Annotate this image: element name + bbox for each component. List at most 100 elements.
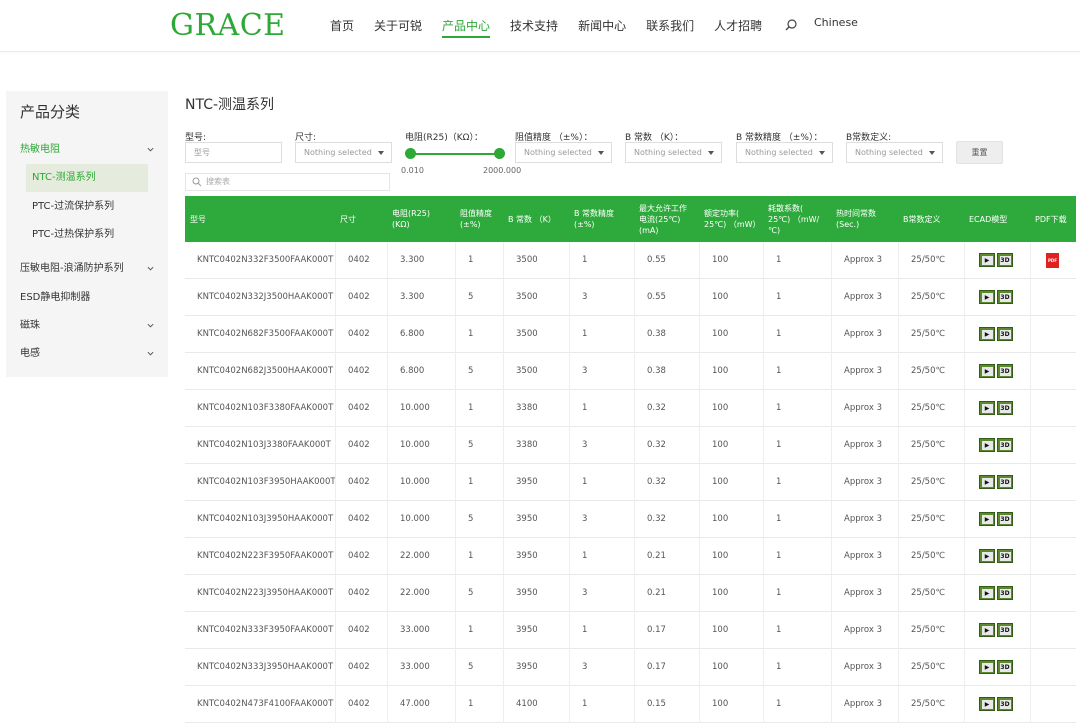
table-cell-col-8: 1 [763, 649, 831, 686]
sidebar-item-1[interactable]: NTC-测温系列 [26, 164, 148, 192]
caret-down-icon [819, 151, 825, 155]
column-header-1[interactable]: 尺寸 [335, 196, 387, 242]
column-header-12[interactable]: PDF下载 [1030, 196, 1076, 242]
b-definition-select[interactable]: Nothing selected [846, 142, 943, 163]
ecad-model-links: ▶ 3D [979, 512, 1013, 526]
ecad-3d-model-icon[interactable]: 3D [997, 549, 1013, 563]
size-select[interactable]: Nothing selected [295, 142, 392, 163]
ecad-3d-model-icon[interactable]: 3D [997, 586, 1013, 600]
play-icon: ▶ [981, 588, 993, 598]
pdf-download-icon[interactable]: PDF [1046, 253, 1059, 268]
ecad-3d-model-icon[interactable]: 3D [997, 327, 1013, 341]
ecad-footprint-icon[interactable]: ▶ [979, 549, 995, 563]
sidebar-item-7[interactable]: 电感 [6, 340, 168, 368]
ecad-footprint-icon[interactable]: ▶ [979, 290, 995, 304]
sidebar-item-4[interactable]: 压敏电阻-浪涌防护系列 [6, 255, 168, 283]
ecad-footprint-icon[interactable]: ▶ [979, 253, 995, 267]
sidebar-item-2[interactable]: PTC-过流保护系列 [26, 193, 148, 221]
sidebar-item-5[interactable]: ESD静电抑制器 [6, 284, 168, 312]
table-cell-col-5: 1 [569, 612, 634, 649]
nav-item-2[interactable]: 产品中心 [442, 0, 491, 52]
nav-item-3[interactable]: 技术支持 [510, 0, 558, 52]
column-header-9[interactable]: 热时间常数 (Sec.) [831, 196, 898, 242]
reset-button[interactable]: 重置 [956, 141, 1003, 164]
table-cell-col-7: 100 [699, 316, 763, 353]
ecad-footprint-icon[interactable]: ▶ [979, 512, 995, 526]
column-header-7[interactable]: 额定功率( 25℃) （mW） [699, 196, 763, 242]
column-header-5[interactable]: B 常数精度 (±%) [569, 196, 634, 242]
model-input[interactable]: 型号 [185, 142, 282, 163]
table-cell-col-9: Approx 3 [831, 316, 898, 353]
sidebar-item-3[interactable]: PTC-过热保护系列 [26, 221, 148, 249]
column-header-6[interactable]: 最大允许工作 电流(25℃) (mA) [634, 196, 699, 242]
ecad-footprint-icon[interactable]: ▶ [979, 697, 995, 711]
table-row: KNTC0402N103J3380FAAK000T 0402 10.000 5 3380… [185, 427, 1076, 464]
ecad-footprint-icon[interactable]: ▶ [979, 438, 995, 452]
play-icon: ▶ [981, 366, 993, 376]
nav-item-0[interactable]: 首页 [330, 0, 354, 52]
column-header-3[interactable]: 阻值精度 (±%) [455, 196, 503, 242]
language-switch[interactable]: Chinese [814, 16, 858, 29]
ecad-3d-model-icon[interactable]: 3D [997, 623, 1013, 637]
ecad-footprint-icon[interactable]: ▶ [979, 364, 995, 378]
ecad-3d-model-icon[interactable]: 3D [997, 253, 1013, 267]
play-icon: ▶ [981, 662, 993, 672]
b-constant-select[interactable]: Nothing selected [625, 142, 722, 163]
nav-item-4[interactable]: 新闻中心 [578, 0, 626, 52]
resistance-slider-track[interactable] [410, 153, 500, 155]
table-cell-col-8: 1 [763, 427, 831, 464]
table-cell-col-1: 0402 [335, 242, 387, 279]
table-cell-col-8: 1 [763, 390, 831, 427]
table-cell-col-5: 1 [569, 242, 634, 279]
sidebar-item-6[interactable]: 磁珠 [6, 312, 168, 340]
column-header-0[interactable]: 型号 [185, 196, 335, 242]
column-header-4[interactable]: B 常数 （K） [503, 196, 569, 242]
ecad-3d-model-icon[interactable]: 3D [997, 401, 1013, 415]
table-cell-col-4: 3500 [503, 279, 569, 316]
sidebar-item-label: PTC-过流保护系列 [32, 201, 115, 212]
table-cell-col-3: 5 [455, 427, 503, 464]
ecad-footprint-icon[interactable]: ▶ [979, 623, 995, 637]
sidebar-item-label: 电感 [20, 348, 40, 359]
ecad-3d-model-icon[interactable]: 3D [997, 697, 1013, 711]
ecad-3d-model-icon[interactable]: 3D [997, 290, 1013, 304]
table-cell-col-7: 100 [699, 575, 763, 612]
table-cell-col-2: 10.000 [387, 427, 455, 464]
table-cell-col-0: KNTC0402N333J3950HAAK000T [197, 662, 334, 672]
ecad-footprint-icon[interactable]: ▶ [979, 401, 995, 415]
table-cell-col-3: 5 [455, 501, 503, 538]
column-header-2[interactable]: 电阻(R25) (KΩ) [387, 196, 455, 242]
ecad-3d-label: 3D [999, 662, 1011, 672]
ecad-footprint-icon[interactable]: ▶ [979, 327, 995, 341]
ecad-footprint-icon[interactable]: ▶ [979, 475, 995, 489]
table-cell-col-10: 25/50℃ [898, 501, 964, 538]
column-header-10[interactable]: B常数定义 [898, 196, 964, 242]
column-header-11[interactable]: ECAD模型 [964, 196, 1030, 242]
ecad-footprint-icon[interactable]: ▶ [979, 660, 995, 674]
column-header-8[interactable]: 耗散系数( 25℃) （mW/ ℃) [763, 196, 831, 242]
table-cell-col-0: KNTC0402N332F3500FAAK000T [197, 255, 334, 265]
caret-down-icon [929, 151, 935, 155]
nav-item-5[interactable]: 联系我们 [646, 0, 694, 52]
table-search-input[interactable]: 搜索表 [185, 173, 390, 191]
pdf-cell [1030, 390, 1076, 427]
ecad-footprint-icon[interactable]: ▶ [979, 586, 995, 600]
table-cell-col-1: 0402 [335, 538, 387, 575]
ecad-3d-model-icon[interactable]: 3D [997, 660, 1013, 674]
resistance-slider-min-handle[interactable] [405, 148, 416, 159]
ecad-3d-label: 3D [999, 551, 1011, 561]
ecad-3d-model-icon[interactable]: 3D [997, 475, 1013, 489]
nav-item-6[interactable]: 人才招聘 [714, 0, 762, 52]
table-cell-col-0: KNTC0402N473F4100FAAK000T [197, 699, 334, 709]
resistance-slider-max-handle[interactable] [494, 148, 505, 159]
tolerance-select[interactable]: Nothing selected [515, 142, 612, 163]
ecad-3d-model-icon[interactable]: 3D [997, 364, 1013, 378]
search-icon[interactable] [784, 18, 798, 32]
b-tolerance-select[interactable]: Nothing selected [736, 142, 833, 163]
pdf-cell [1030, 501, 1076, 538]
ecad-3d-model-icon[interactable]: 3D [997, 512, 1013, 526]
sidebar-item-0[interactable]: 热敏电阻 [6, 136, 168, 164]
ecad-3d-model-icon[interactable]: 3D [997, 438, 1013, 452]
logo[interactable]: GRACE [170, 8, 286, 43]
nav-item-1[interactable]: 关于可锐 [374, 0, 422, 52]
